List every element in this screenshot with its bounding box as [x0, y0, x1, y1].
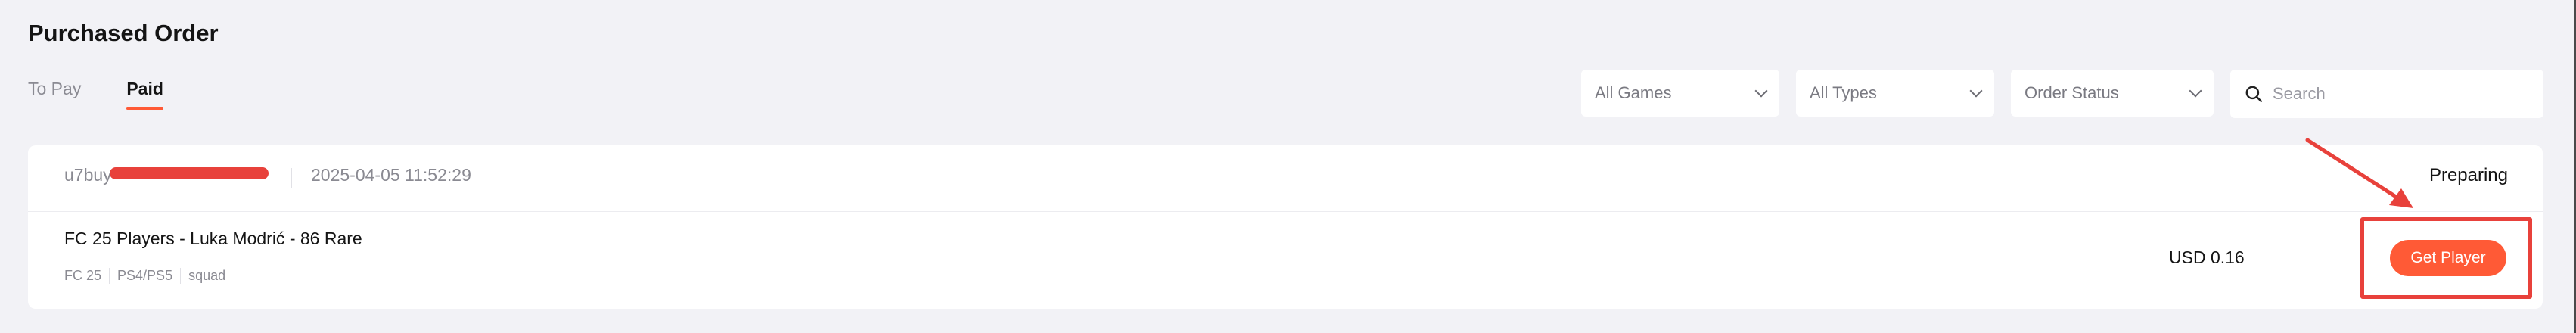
search-input[interactable]	[2273, 84, 2530, 104]
order-status-select[interactable]: Order Status	[2011, 70, 2214, 117]
order-tabs: To Pay Paid	[28, 79, 209, 110]
filter-bar: All Games All Types Order Status	[1581, 70, 2543, 118]
tag-game: FC 25	[64, 268, 102, 283]
search-icon	[2245, 86, 2262, 102]
order-id: u7buy	[64, 165, 112, 185]
divider	[291, 168, 292, 188]
page-title: Purchased Order	[28, 20, 219, 46]
order-status: Preparing	[2428, 165, 2508, 185]
purchased-order-page: Purchased Order To Pay Paid All Games Al…	[0, 0, 2576, 333]
tab-paid[interactable]: Paid	[126, 79, 163, 110]
tag-platform: PS4/PS5	[109, 268, 180, 284]
order-card: u7buy 2025-04-05 11:52:29 Preparing FC 2…	[28, 145, 2543, 309]
games-select[interactable]: All Games	[1581, 70, 1779, 117]
redaction-mark	[110, 167, 269, 179]
search-box[interactable]	[2230, 70, 2543, 118]
chevron-down-icon	[2189, 84, 2202, 98]
order-card-header: u7buy 2025-04-05 11:52:29 Preparing	[28, 145, 2543, 212]
annotation-arrow-icon	[2305, 138, 2413, 208]
games-select-value: All Games	[1595, 83, 1672, 102]
types-select-value: All Types	[1810, 83, 1877, 102]
product-name: FC 25 Players - Luka Modrić - 86 Rare	[64, 229, 362, 248]
tag-type: squad	[180, 268, 233, 284]
get-player-button[interactable]: Get Player	[2390, 240, 2506, 276]
order-time: 2025-04-05 11:52:29	[311, 165, 471, 185]
order-status-select-value: Order Status	[2024, 83, 2119, 102]
chevron-down-icon	[1754, 84, 1768, 98]
chevron-down-icon	[1969, 84, 1983, 98]
types-select[interactable]: All Types	[1796, 70, 1994, 117]
tab-to-pay[interactable]: To Pay	[28, 79, 81, 110]
product-tags: FC 25 PS4/PS5 squad	[64, 268, 233, 284]
order-price: USD 0.16	[2169, 247, 2245, 267]
